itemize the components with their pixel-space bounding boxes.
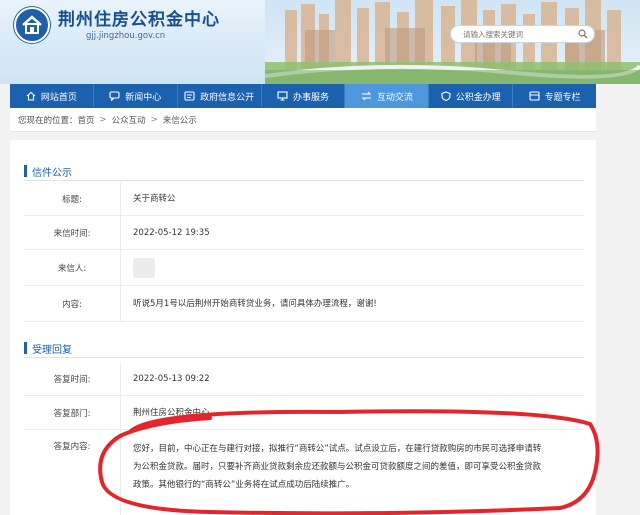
site-header: 荆州住房公积金中心 gjj.jingzhou.gov.cn bbox=[0, 0, 640, 84]
breadcrumb-home-link[interactable]: 首页 bbox=[78, 114, 95, 126]
breadcrumb-interaction-link[interactable]: 公众互动 bbox=[112, 114, 146, 126]
letter-time-value: 2022-05-12 19:35 bbox=[120, 216, 584, 249]
reply-time-value: 2022-05-13 09:22 bbox=[120, 362, 584, 395]
letter-time-row: 来信时间: 2022-05-12 19:35 bbox=[24, 216, 584, 250]
exchange-icon bbox=[361, 91, 372, 101]
section-title-text: 信件公示 bbox=[32, 167, 72, 179]
monitor-icon bbox=[277, 91, 288, 101]
letter-sender-value bbox=[120, 250, 584, 285]
letter-title-label: 标题: bbox=[62, 194, 82, 205]
section-accent-bar bbox=[24, 342, 27, 354]
redacted-sender bbox=[133, 257, 155, 278]
breadcrumb-separator: > bbox=[150, 114, 158, 125]
nav-item-services[interactable]: 办事服务 bbox=[262, 84, 346, 108]
main-nav: 网站首页 新闻中心 政府信息公开 办事服务 互动交流 公积金办理 专题专栏 bbox=[10, 84, 596, 108]
breadcrumb-separator: > bbox=[99, 114, 107, 125]
nav-item-label: 政府信息公开 bbox=[200, 92, 255, 103]
letter-content-value: 听说5月1号以后荆州开始商转贷业务，请问具体办理流程，谢谢! bbox=[120, 286, 584, 321]
section-divider bbox=[24, 180, 584, 181]
search-input[interactable] bbox=[463, 26, 583, 42]
letter-title-value: 关于商转公 bbox=[120, 182, 584, 215]
reply-content-value: 您好，目前，中心正在与建行对接，拟推行“商转公”试点。试点设立后，在建行贷款购房… bbox=[120, 430, 584, 515]
info-icon bbox=[184, 91, 195, 101]
reply-time-row: 答复时间: 2022-05-13 09:22 bbox=[24, 362, 584, 396]
nav-item-label: 办事服务 bbox=[293, 92, 330, 103]
letter-sender-row: 来信人: bbox=[24, 250, 584, 286]
column-icon bbox=[529, 91, 540, 101]
reply-dept-value: 荆州住房公积金中心 bbox=[120, 396, 584, 429]
site-url: gjj.jingzhou.gov.cn bbox=[86, 30, 166, 41]
letter-title-row: 标题: 关于商转公 bbox=[24, 182, 584, 216]
reply-section-title: 受理回复 bbox=[24, 341, 72, 356]
nav-item-label: 公积金办理 bbox=[455, 92, 501, 103]
site-name: 荆州住房公积金中心 bbox=[58, 9, 220, 30]
reply-time-label: 答复时间: bbox=[53, 374, 91, 385]
breadcrumb-prefix: 您现在的位置： bbox=[18, 115, 78, 126]
search-icon[interactable] bbox=[578, 29, 588, 42]
reply-content-row: 答复内容: 您好，目前，中心正在与建行对接，拟推行“商转公”试点。试点设立后，在… bbox=[24, 430, 584, 515]
reply-dept-row: 答复部门: 荆州住房公积金中心 bbox=[24, 396, 584, 430]
nav-item-news[interactable]: 新闻中心 bbox=[94, 84, 178, 108]
nav-item-topics[interactable]: 专题专栏 bbox=[513, 84, 596, 108]
nav-item-label: 新闻中心 bbox=[125, 92, 162, 103]
reply-content-label: 答复内容: bbox=[53, 442, 91, 452]
letter-sender-label: 来信人: bbox=[57, 263, 87, 274]
breadcrumb-letters-link[interactable]: 来信公示 bbox=[163, 114, 197, 126]
nav-item-interaction[interactable]: 互动交流 bbox=[345, 84, 430, 108]
home-icon bbox=[26, 91, 36, 101]
nav-item-home[interactable]: 网站首页 bbox=[10, 84, 94, 108]
chat-icon bbox=[109, 91, 120, 101]
site-logo[interactable]: 荆州住房公积金中心 gjj.jingzhou.gov.cn bbox=[14, 7, 220, 43]
breadcrumb: 您现在的位置： 首页 > 公众互动 > 来信公示 bbox=[10, 108, 596, 132]
nav-item-label: 专题专栏 bbox=[544, 92, 581, 103]
letter-time-label: 来信时间: bbox=[53, 228, 91, 239]
nav-item-label: 网站首页 bbox=[40, 92, 77, 103]
content-panel: 信件公示 标题: 关于商转公 来信时间: 2022-05-12 19:35 来信… bbox=[10, 140, 596, 515]
house-logo-icon bbox=[14, 7, 50, 43]
shield-icon bbox=[441, 91, 451, 101]
section-title-text: 受理回复 bbox=[32, 344, 72, 356]
letter-section-title: 信件公示 bbox=[24, 164, 72, 179]
section-accent-bar bbox=[24, 165, 27, 177]
reply-dept-label: 答复部门: bbox=[53, 408, 91, 419]
nav-item-fund[interactable]: 公积金办理 bbox=[429, 84, 514, 108]
search-box[interactable] bbox=[450, 25, 595, 43]
section-divider bbox=[24, 357, 584, 358]
letter-content-row: 内容: 听说5月1号以后荆州开始商转贷业务，请问具体办理流程，谢谢! bbox=[24, 286, 584, 322]
letter-content-label: 内容: bbox=[62, 299, 82, 310]
nav-item-label: 互动交流 bbox=[376, 92, 413, 103]
nav-item-gov-info[interactable]: 政府信息公开 bbox=[178, 84, 262, 108]
